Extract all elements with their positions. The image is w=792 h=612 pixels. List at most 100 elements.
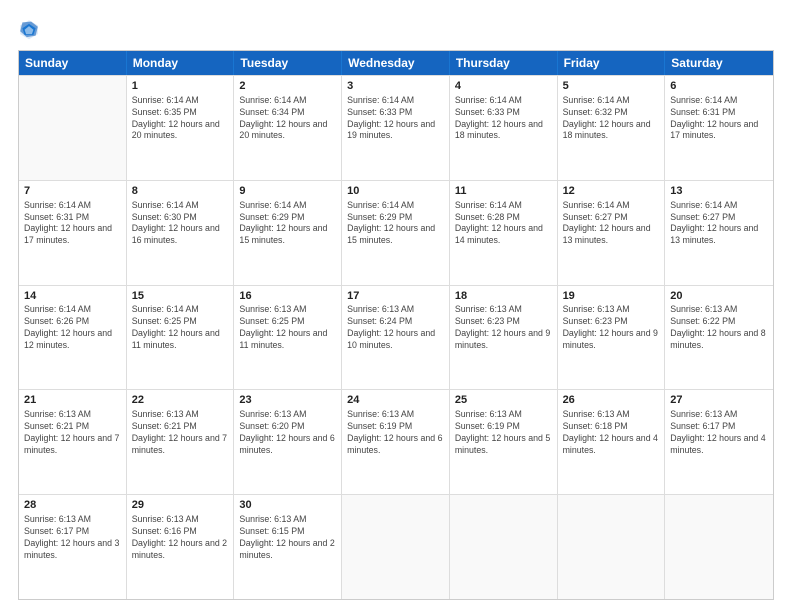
- sunset: Sunset: 6:19 PM: [347, 421, 444, 433]
- sunset: Sunset: 6:21 PM: [132, 421, 229, 433]
- daylight: Daylight: 12 hours and 10 minutes.: [347, 328, 444, 352]
- daylight: Daylight: 12 hours and 12 minutes.: [24, 328, 121, 352]
- day-number: 10: [347, 184, 444, 199]
- sunset: Sunset: 6:35 PM: [132, 107, 229, 119]
- sunset: Sunset: 6:31 PM: [670, 107, 768, 119]
- day-number: 23: [239, 393, 336, 408]
- cell-info: Sunrise: 6:14 AMSunset: 6:31 PMDaylight:…: [24, 200, 121, 248]
- calendar-cell-empty: [342, 495, 450, 599]
- cell-info: Sunrise: 6:14 AMSunset: 6:27 PMDaylight:…: [670, 200, 768, 248]
- cell-info: Sunrise: 6:14 AMSunset: 6:34 PMDaylight:…: [239, 95, 336, 143]
- sunrise: Sunrise: 6:13 AM: [563, 409, 660, 421]
- day-number: 3: [347, 79, 444, 94]
- day-number: 4: [455, 79, 552, 94]
- daylight: Daylight: 12 hours and 6 minutes.: [239, 433, 336, 457]
- sunset: Sunset: 6:34 PM: [239, 107, 336, 119]
- day-number: 19: [563, 289, 660, 304]
- day-number: 26: [563, 393, 660, 408]
- daylight: Daylight: 12 hours and 3 minutes.: [24, 538, 121, 562]
- sunset: Sunset: 6:22 PM: [670, 316, 768, 328]
- cell-info: Sunrise: 6:13 AMSunset: 6:19 PMDaylight:…: [347, 409, 444, 457]
- page: SundayMondayTuesdayWednesdayThursdayFrid…: [0, 0, 792, 612]
- day-number: 18: [455, 289, 552, 304]
- day-number: 25: [455, 393, 552, 408]
- sunset: Sunset: 6:29 PM: [239, 212, 336, 224]
- cell-info: Sunrise: 6:13 AMSunset: 6:21 PMDaylight:…: [24, 409, 121, 457]
- day-number: 17: [347, 289, 444, 304]
- calendar-cell-6: 6Sunrise: 6:14 AMSunset: 6:31 PMDaylight…: [665, 76, 773, 180]
- sunrise: Sunrise: 6:14 AM: [239, 95, 336, 107]
- calendar-cell-19: 19Sunrise: 6:13 AMSunset: 6:23 PMDayligh…: [558, 286, 666, 390]
- daylight: Daylight: 12 hours and 7 minutes.: [24, 433, 121, 457]
- cell-info: Sunrise: 6:14 AMSunset: 6:25 PMDaylight:…: [132, 304, 229, 352]
- sunset: Sunset: 6:20 PM: [239, 421, 336, 433]
- logo-icon: [18, 18, 40, 40]
- cell-info: Sunrise: 6:13 AMSunset: 6:18 PMDaylight:…: [563, 409, 660, 457]
- day-of-week-friday: Friday: [558, 51, 666, 75]
- daylight: Daylight: 12 hours and 8 minutes.: [670, 328, 768, 352]
- day-number: 28: [24, 498, 121, 513]
- day-number: 20: [670, 289, 768, 304]
- day-number: 2: [239, 79, 336, 94]
- daylight: Daylight: 12 hours and 17 minutes.: [24, 223, 121, 247]
- day-number: 21: [24, 393, 121, 408]
- calendar-cell-13: 13Sunrise: 6:14 AMSunset: 6:27 PMDayligh…: [665, 181, 773, 285]
- daylight: Daylight: 12 hours and 11 minutes.: [132, 328, 229, 352]
- cell-info: Sunrise: 6:13 AMSunset: 6:23 PMDaylight:…: [455, 304, 552, 352]
- daylight: Daylight: 12 hours and 20 minutes.: [239, 119, 336, 143]
- day-number: 13: [670, 184, 768, 199]
- calendar-cell-20: 20Sunrise: 6:13 AMSunset: 6:22 PMDayligh…: [665, 286, 773, 390]
- daylight: Daylight: 12 hours and 9 minutes.: [455, 328, 552, 352]
- sunrise: Sunrise: 6:14 AM: [24, 304, 121, 316]
- sunset: Sunset: 6:16 PM: [132, 526, 229, 538]
- sunset: Sunset: 6:25 PM: [239, 316, 336, 328]
- sunrise: Sunrise: 6:13 AM: [455, 304, 552, 316]
- calendar-cell-4: 4Sunrise: 6:14 AMSunset: 6:33 PMDaylight…: [450, 76, 558, 180]
- sunset: Sunset: 6:31 PM: [24, 212, 121, 224]
- cell-info: Sunrise: 6:13 AMSunset: 6:17 PMDaylight:…: [24, 514, 121, 562]
- calendar-row-3: 14Sunrise: 6:14 AMSunset: 6:26 PMDayligh…: [19, 285, 773, 390]
- calendar-cell-16: 16Sunrise: 6:13 AMSunset: 6:25 PMDayligh…: [234, 286, 342, 390]
- calendar-cell-12: 12Sunrise: 6:14 AMSunset: 6:27 PMDayligh…: [558, 181, 666, 285]
- calendar-cell-17: 17Sunrise: 6:13 AMSunset: 6:24 PMDayligh…: [342, 286, 450, 390]
- sunrise: Sunrise: 6:13 AM: [24, 514, 121, 526]
- sunrise: Sunrise: 6:13 AM: [132, 514, 229, 526]
- cell-info: Sunrise: 6:14 AMSunset: 6:30 PMDaylight:…: [132, 200, 229, 248]
- calendar: SundayMondayTuesdayWednesdayThursdayFrid…: [18, 50, 774, 600]
- daylight: Daylight: 12 hours and 17 minutes.: [670, 119, 768, 143]
- sunrise: Sunrise: 6:14 AM: [455, 200, 552, 212]
- calendar-cell-9: 9Sunrise: 6:14 AMSunset: 6:29 PMDaylight…: [234, 181, 342, 285]
- calendar-cell-empty: [450, 495, 558, 599]
- sunrise: Sunrise: 6:14 AM: [24, 200, 121, 212]
- daylight: Daylight: 12 hours and 16 minutes.: [132, 223, 229, 247]
- calendar-cell-24: 24Sunrise: 6:13 AMSunset: 6:19 PMDayligh…: [342, 390, 450, 494]
- day-number: 24: [347, 393, 444, 408]
- daylight: Daylight: 12 hours and 11 minutes.: [239, 328, 336, 352]
- daylight: Daylight: 12 hours and 5 minutes.: [455, 433, 552, 457]
- cell-info: Sunrise: 6:13 AMSunset: 6:22 PMDaylight:…: [670, 304, 768, 352]
- calendar-cell-11: 11Sunrise: 6:14 AMSunset: 6:28 PMDayligh…: [450, 181, 558, 285]
- sunrise: Sunrise: 6:13 AM: [347, 409, 444, 421]
- day-number: 8: [132, 184, 229, 199]
- sunrise: Sunrise: 6:14 AM: [347, 200, 444, 212]
- calendar-cell-empty: [665, 495, 773, 599]
- sunrise: Sunrise: 6:14 AM: [563, 95, 660, 107]
- daylight: Daylight: 12 hours and 15 minutes.: [347, 223, 444, 247]
- calendar-cell-15: 15Sunrise: 6:14 AMSunset: 6:25 PMDayligh…: [127, 286, 235, 390]
- cell-info: Sunrise: 6:13 AMSunset: 6:17 PMDaylight:…: [670, 409, 768, 457]
- sunrise: Sunrise: 6:13 AM: [239, 304, 336, 316]
- cell-info: Sunrise: 6:14 AMSunset: 6:26 PMDaylight:…: [24, 304, 121, 352]
- daylight: Daylight: 12 hours and 2 minutes.: [239, 538, 336, 562]
- sunset: Sunset: 6:23 PM: [455, 316, 552, 328]
- daylight: Daylight: 12 hours and 15 minutes.: [239, 223, 336, 247]
- sunset: Sunset: 6:25 PM: [132, 316, 229, 328]
- sunrise: Sunrise: 6:13 AM: [670, 409, 768, 421]
- day-of-week-tuesday: Tuesday: [234, 51, 342, 75]
- calendar-cell-30: 30Sunrise: 6:13 AMSunset: 6:15 PMDayligh…: [234, 495, 342, 599]
- daylight: Daylight: 12 hours and 9 minutes.: [563, 328, 660, 352]
- day-of-week-monday: Monday: [127, 51, 235, 75]
- cell-info: Sunrise: 6:13 AMSunset: 6:15 PMDaylight:…: [239, 514, 336, 562]
- daylight: Daylight: 12 hours and 13 minutes.: [563, 223, 660, 247]
- calendar-cell-25: 25Sunrise: 6:13 AMSunset: 6:19 PMDayligh…: [450, 390, 558, 494]
- sunrise: Sunrise: 6:13 AM: [132, 409, 229, 421]
